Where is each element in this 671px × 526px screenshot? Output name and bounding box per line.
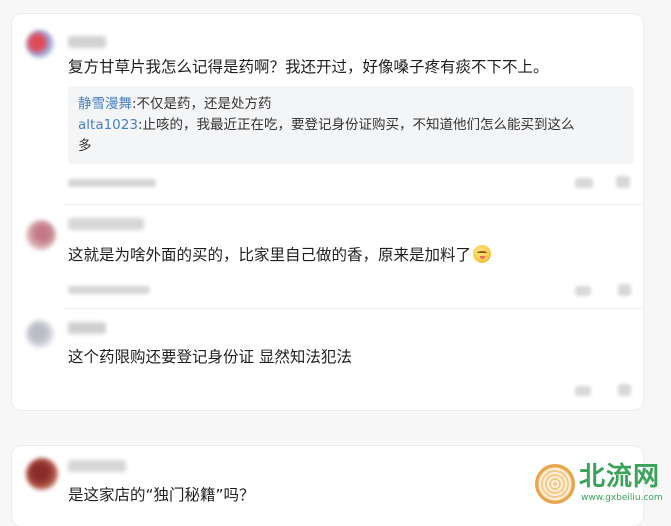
avatar[interactable]	[26, 458, 58, 490]
reply-line: alta1023:止咳的，我最近正在吃，要登记身份证购买，不知道他们怎么能买到这…	[78, 115, 624, 136]
comment-text: 复方甘草片我怎么记得是药啊？我还开过，好像嗓子疼有痰不下不上。	[68, 58, 549, 76]
timestamp-blurred	[68, 179, 156, 187]
username-blurred[interactable]	[68, 218, 144, 230]
reply-line: 多	[78, 136, 624, 157]
reply-icon[interactable]	[575, 386, 591, 396]
like-icon[interactable]	[618, 284, 631, 296]
avatar[interactable]	[26, 320, 54, 348]
avatar[interactable]	[26, 30, 54, 58]
drooling-face-emoji-icon	[473, 245, 492, 263]
comment-text: 这就是为啥外面的买的，比家里自己做的香，原来是加料了	[68, 244, 629, 266]
reply-icon[interactable]	[575, 178, 593, 188]
reply-line: 静雪漫舞:不仅是药，还是处方药	[78, 94, 624, 115]
comment-text-content: 这就是为啥外面的买的，比家里自己做的香，原来是加料了	[68, 246, 472, 264]
reply-author[interactable]: 静雪漫舞	[78, 96, 132, 112]
username-blurred[interactable]	[68, 36, 106, 48]
watermark-brand: 北流网	[579, 462, 661, 492]
like-icon[interactable]	[618, 384, 631, 396]
divider	[64, 204, 643, 205]
like-icon[interactable]	[616, 176, 630, 188]
timestamp-blurred	[68, 286, 150, 294]
divider	[64, 308, 643, 309]
reply-text: :不仅是药，还是处方药	[132, 96, 272, 112]
watermark-url: www.gxbeiliu.com	[581, 493, 663, 503]
reply-block: 静雪漫舞:不仅是药，还是处方药 alta1023:止咳的，我最近正在吃，要登记身…	[68, 86, 634, 164]
reply-text: 多	[78, 138, 92, 154]
reply-author[interactable]: alta1023	[78, 117, 138, 133]
avatar[interactable]	[26, 220, 56, 250]
seal-icon	[535, 464, 575, 504]
comment-card: 复方甘草片我怎么记得是药啊？我还开过，好像嗓子疼有痰不下不上。 静雪漫舞:不仅是…	[12, 14, 643, 410]
reply-text: :止咳的，我最近正在吃，要登记身份证购买，不知道他们怎么能买到这么	[137, 117, 575, 133]
username-blurred[interactable]	[68, 322, 106, 334]
username-blurred[interactable]	[68, 460, 126, 472]
reply-icon[interactable]	[575, 286, 591, 296]
watermark-logo: 北流网 www.gxbeiliu.com	[535, 462, 671, 512]
comment-text: 这个药限购还要登记身份证 显然知法犯法	[68, 348, 352, 366]
